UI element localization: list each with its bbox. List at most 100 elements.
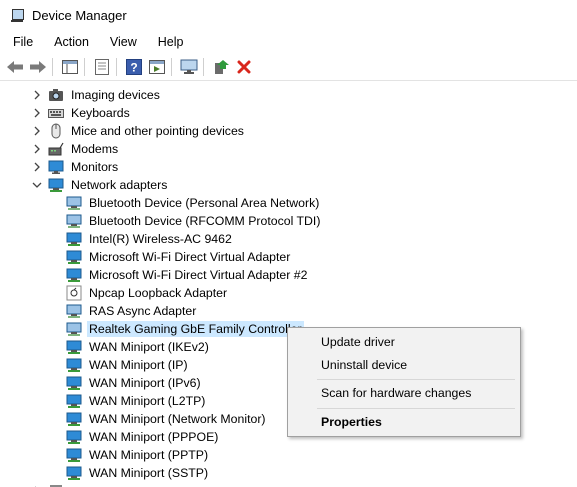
network-adapter-icon: [66, 393, 82, 409]
tree-category-monitors[interactable]: Monitors: [32, 158, 120, 176]
back-arrow-icon: [7, 60, 23, 73]
network-adapter-icon: [66, 447, 82, 463]
tree-category-network-adapters[interactable]: Network adapters: [32, 176, 169, 194]
network-adapter-item[interactable]: WAN Miniport (L2TP): [66, 392, 207, 410]
update-driver-menu-item[interactable]: Update driver: [321, 335, 395, 349]
chevron-right-icon[interactable]: [32, 126, 42, 136]
network-adapter-icon: [66, 303, 82, 319]
toolbar-separator: [84, 57, 85, 76]
network-adapter-icon: [66, 213, 82, 229]
adapter-label: WAN Miniport (IPv6): [89, 376, 201, 390]
tree-category-imaging-devices[interactable]: Imaging devices: [32, 86, 162, 104]
properties-menu-item[interactable]: Properties: [321, 415, 382, 429]
network-adapter-item[interactable]: RAS Async Adapter: [66, 302, 198, 320]
forward-button[interactable]: [28, 57, 48, 77]
loopback-adapter-icon: [66, 285, 82, 301]
mouse-icon: [48, 123, 64, 139]
network-adapter-item[interactable]: WAN Miniport (PPPOE): [66, 428, 220, 446]
network-adapter-item[interactable]: WAN Miniport (IP): [66, 356, 190, 374]
menu-view[interactable]: View: [102, 35, 145, 49]
adapter-label: Realtek Gaming GbE Family Controller: [87, 321, 304, 337]
chevron-right-icon[interactable]: [32, 144, 42, 154]
update-driver-button[interactable]: [211, 57, 231, 77]
network-adapter-item[interactable]: Realtek Gaming GbE Family Controller: [66, 320, 304, 338]
category-label: Monitors: [71, 160, 119, 174]
device-manager-icon: [9, 8, 25, 24]
adapter-label: Microsoft Wi-Fi Direct Virtual Adapter #…: [89, 268, 308, 282]
tree-category-mice[interactable]: Mice and other pointing devices: [32, 122, 246, 140]
chevron-right-icon[interactable]: [32, 162, 42, 172]
toolbar-separator: [171, 57, 172, 76]
network-adapter-item[interactable]: Bluetooth Device (RFCOMM Protocol TDI): [66, 212, 322, 230]
network-adapter-item[interactable]: Microsoft Wi-Fi Direct Virtual Adapter #…: [66, 266, 309, 284]
network-adapter-item[interactable]: Microsoft Wi-Fi Direct Virtual Adapter: [66, 248, 292, 266]
network-adapter-icon: [66, 249, 82, 265]
adapter-label: WAN Miniport (IKEv2): [89, 340, 209, 354]
network-adapter-icon: [48, 177, 64, 193]
adapter-label: WAN Miniport (PPPOE): [89, 430, 219, 444]
svg-text:?: ?: [130, 60, 137, 74]
network-adapter-item[interactable]: Npcap Loopback Adapter: [66, 284, 229, 302]
network-adapter-item[interactable]: Bluetooth Device (Personal Area Network): [66, 194, 321, 212]
tree-category-keyboards[interactable]: Keyboards: [32, 104, 132, 122]
menu-bar: File Action View Help: [0, 31, 577, 53]
help-button[interactable]: ?: [124, 57, 144, 77]
toolbar-separator: [116, 57, 117, 76]
uninstall-device-button[interactable]: [234, 57, 254, 77]
keyboard-icon: [48, 105, 64, 121]
menu-separator: [317, 379, 515, 380]
chevron-right-icon[interactable]: [32, 108, 42, 118]
adapter-label: WAN Miniport (PPTP): [89, 448, 209, 462]
uninstall-device-icon: [237, 60, 251, 73]
chevron-down-icon[interactable]: [32, 180, 42, 190]
adapter-label: WAN Miniport (IP): [89, 358, 188, 372]
menu-help[interactable]: Help: [150, 35, 192, 49]
menu-separator: [317, 408, 515, 409]
back-button[interactable]: [5, 57, 25, 77]
category-label: Imaging devices: [71, 88, 160, 102]
adapter-label: WAN Miniport (Network Monitor): [89, 412, 266, 426]
category-label: Modems: [71, 142, 119, 156]
scan-hardware-button[interactable]: [179, 57, 199, 77]
menu-action[interactable]: Action: [46, 35, 97, 49]
network-adapter-item[interactable]: WAN Miniport (SSTP): [66, 464, 210, 482]
device-category-icon: [48, 483, 64, 487]
window-title: Device Manager: [32, 8, 127, 23]
network-adapter-item[interactable]: WAN Miniport (IKEv2): [66, 338, 211, 356]
monitor-icon: [48, 159, 64, 175]
adapter-label: Npcap Loopback Adapter: [89, 286, 228, 300]
show-hide-console-tree-button[interactable]: [60, 57, 80, 77]
menu-file[interactable]: File: [5, 35, 41, 49]
network-adapter-icon: [66, 411, 82, 427]
run-action-button[interactable]: [147, 57, 167, 77]
chevron-right-icon[interactable]: [32, 90, 42, 100]
adapter-label: WAN Miniport (SSTP): [89, 466, 209, 480]
network-adapter-icon: [66, 465, 82, 481]
uninstall-device-menu-item[interactable]: Uninstall device: [321, 358, 407, 372]
update-driver-icon: [215, 59, 229, 74]
category-label: Network adapters: [71, 178, 168, 192]
category-label: Keyboards: [71, 106, 130, 120]
scan-hardware-changes-menu-item[interactable]: Scan for hardware changes: [321, 386, 471, 400]
network-adapter-item[interactable]: Intel(R) Wireless-AC 9462: [66, 230, 234, 248]
toolbar: ?: [0, 53, 577, 81]
modem-icon: [48, 141, 64, 157]
adapter-label: RAS Async Adapter: [89, 304, 197, 318]
tree-category-modems[interactable]: Modems: [32, 140, 120, 158]
run-action-icon: [149, 59, 165, 74]
help-icon: ?: [126, 58, 142, 75]
network-adapter-item[interactable]: WAN Miniport (Network Monitor): [66, 410, 268, 428]
network-adapter-icon: [66, 321, 82, 337]
show-hide-console-tree-icon: [62, 59, 78, 74]
adapter-label: WAN Miniport (L2TP): [89, 394, 206, 408]
network-adapter-icon: [66, 375, 82, 391]
network-adapter-icon: [66, 339, 82, 355]
network-adapter-icon: [66, 195, 82, 211]
properties-button[interactable]: [92, 57, 112, 77]
network-adapter-item[interactable]: WAN Miniport (IPv6): [66, 374, 203, 392]
toolbar-separator: [52, 57, 53, 76]
forward-arrow-icon: [30, 60, 46, 73]
toolbar-separator: [203, 57, 204, 76]
tree-category-partial[interactable]: [32, 482, 69, 487]
network-adapter-item[interactable]: WAN Miniport (PPTP): [66, 446, 210, 464]
